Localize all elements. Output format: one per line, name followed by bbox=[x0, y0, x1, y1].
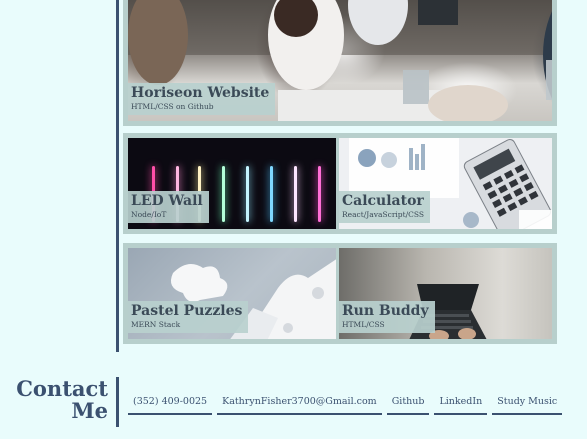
project-subtitle: Node/IoT bbox=[131, 210, 167, 219]
project-card-horiseon[interactable]: Horiseon Website HTML/CSS on Github bbox=[123, 0, 557, 126]
project-caption: Run Buddy HTML/CSS bbox=[339, 301, 435, 333]
project-title: Run Buddy bbox=[342, 303, 429, 319]
study-music-link[interactable]: Study Music bbox=[492, 395, 563, 415]
linkedin-link[interactable]: LinkedIn bbox=[434, 395, 488, 415]
project-card-calculator[interactable]: Calculator React/JavaScript/CSS bbox=[339, 133, 557, 234]
project-title: Horiseon Website bbox=[131, 85, 270, 101]
email-link[interactable]: KathrynFisher3700@Gmail.com bbox=[217, 395, 382, 415]
project-caption: LED Wall Node/IoT bbox=[128, 191, 209, 223]
project-caption: Calculator React/JavaScript/CSS bbox=[339, 191, 431, 223]
project-caption: Pastel Puzzles MERN Stack bbox=[128, 301, 249, 333]
github-link[interactable]: Github bbox=[386, 395, 430, 415]
project-title: Calculator bbox=[342, 193, 424, 209]
project-caption: Horiseon Website HTML/CSS on Github bbox=[128, 83, 276, 115]
contact-divider bbox=[116, 377, 119, 427]
project-title: Pastel Puzzles bbox=[131, 303, 243, 319]
section-divider bbox=[116, 0, 119, 352]
project-subtitle: HTML/CSS bbox=[342, 320, 385, 329]
project-card-led-wall[interactable]: LED Wall Node/IoT bbox=[123, 133, 341, 234]
project-subtitle: MERN Stack bbox=[131, 320, 181, 329]
contact-heading: Contact Me bbox=[0, 378, 108, 422]
project-card-pastel-puzzles[interactable]: Pastel Puzzles MERN Stack bbox=[123, 243, 341, 344]
contact-links: (352) 409-0025 KathrynFisher3700@Gmail.c… bbox=[128, 395, 567, 415]
portfolio-page: Horiseon Website HTML/CSS on Github LED … bbox=[0, 0, 587, 439]
project-card-run-buddy[interactable]: Run Buddy HTML/CSS bbox=[339, 243, 557, 344]
project-subtitle: HTML/CSS on Github bbox=[131, 102, 214, 111]
project-title: LED Wall bbox=[131, 193, 203, 209]
phone-link[interactable]: (352) 409-0025 bbox=[128, 395, 213, 415]
project-subtitle: React/JavaScript/CSS bbox=[342, 210, 425, 219]
contact-heading-line2: Me bbox=[71, 398, 108, 423]
